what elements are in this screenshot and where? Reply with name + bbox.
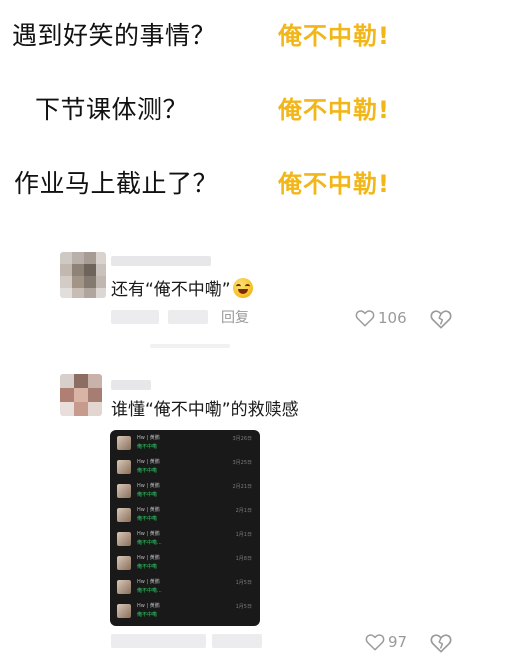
timestamp	[111, 310, 159, 324]
avatar-pixel	[84, 264, 96, 276]
chat-avatar	[117, 556, 131, 570]
avatar-pixel	[60, 288, 72, 298]
avatar-pixel	[72, 252, 84, 264]
avatar-pixel	[96, 276, 106, 288]
meme-question: 作业马上截止了？	[14, 169, 219, 198]
avatar[interactable]	[60, 374, 102, 416]
chat-date: 2月1日	[235, 508, 252, 514]
chat-name: Hw | 黄鹏	[137, 507, 160, 513]
chat-avatar	[117, 580, 131, 594]
meme-row-2: 下节课体测？ 俺不中勒!	[0, 90, 507, 130]
chat-date: 1月5日	[235, 604, 252, 610]
chat-date: 3月26日	[232, 436, 252, 442]
comment-text: 谁懂“俺不中嘞”的救赎感	[111, 400, 299, 420]
avatar-pixel	[74, 402, 88, 416]
meme-question: 下节课体测？	[35, 95, 189, 124]
avatar-pixel	[88, 374, 102, 388]
chat-list-item: Hw | 黄鹏 俺不中嘞... 1月5日	[110, 577, 260, 599]
meme-question: 遇到好笑的事情？	[12, 21, 217, 50]
reply-button[interactable]: 回复	[221, 309, 249, 327]
chat-date: 2月21日	[232, 484, 252, 490]
chat-list-item: Hw | 黄鹏 俺不中嘞... 1月1日	[110, 529, 260, 551]
meme-row-1: 遇到好笑的事情？ 俺不中勒!	[0, 16, 507, 56]
username[interactable]	[111, 256, 211, 266]
timestamp	[111, 634, 206, 648]
chat-name: Hw | 黄鹏	[137, 603, 160, 609]
divider	[150, 344, 230, 348]
like-count: 97	[388, 633, 408, 651]
chat-list-item: Hw | 黄鹏 俺不中嘞 1月8日	[110, 553, 260, 575]
comment-1: 还有“俺不中嘞” 回复 106	[0, 250, 507, 340]
avatar-pixel	[74, 374, 88, 388]
chat-message: 俺不中嘞	[137, 516, 158, 522]
chat-message: 俺不中嘞	[137, 492, 158, 498]
meme-answer: 俺不中勒!	[278, 170, 390, 198]
grinning-sweat-emoji	[232, 278, 253, 298]
avatar-pixel	[74, 388, 88, 402]
broken-heart-icon[interactable]	[430, 308, 452, 330]
chat-list-item: Hw | 黄鹏 俺不中嘞 3月26日	[110, 433, 260, 455]
chat-avatar	[117, 436, 131, 450]
avatar-pixel	[60, 264, 72, 276]
avatar-pixel	[72, 264, 84, 276]
avatar-pixel	[60, 374, 74, 388]
avatar-pixel	[72, 276, 84, 288]
like-button[interactable]: 106	[355, 307, 407, 329]
chat-avatar	[117, 604, 131, 618]
chat-date: 1月8日	[235, 556, 252, 562]
chat-message: 俺不中嘞	[137, 444, 158, 450]
avatar-pixel	[72, 288, 84, 298]
avatar-pixel	[96, 264, 106, 276]
chat-list-item: Hw | 黄鹏 俺不中嘞 1月5日	[110, 601, 260, 623]
chat-list-item: Hw | 黄鹏 俺不中嘞 2月1日	[110, 505, 260, 527]
avatar-pixel	[96, 288, 106, 298]
meme-answer: 俺不中勒!	[278, 22, 390, 50]
avatar[interactable]	[60, 252, 106, 298]
location	[168, 310, 208, 324]
chat-date: 1月1日	[235, 532, 252, 538]
like-button[interactable]: 97	[365, 631, 407, 653]
chat-avatar	[117, 460, 131, 474]
chat-message: 俺不中嘞...	[137, 588, 162, 594]
chat-message: 俺不中嘞	[137, 468, 158, 474]
chat-name: Hw | 黄鹏	[137, 579, 160, 585]
heart-icon	[365, 634, 385, 651]
avatar-pixel	[96, 252, 106, 264]
avatar-pixel	[60, 252, 72, 264]
avatar-pixel	[84, 276, 96, 288]
chat-avatar	[117, 484, 131, 498]
chat-name: Hw | 黄鹏	[137, 435, 160, 441]
meme-answer: 俺不中勒!	[278, 96, 390, 124]
comment-text: 还有“俺不中嘞”	[111, 278, 253, 302]
chat-name: Hw | 黄鹏	[137, 483, 160, 489]
location	[212, 634, 262, 648]
avatar-pixel	[88, 388, 102, 402]
chat-message: 俺不中嘞	[137, 612, 158, 618]
chat-avatar	[117, 508, 131, 522]
chat-avatar	[117, 532, 131, 546]
username[interactable]	[111, 380, 151, 390]
chat-date: 3月25日	[232, 460, 252, 466]
avatar-pixel	[84, 252, 96, 264]
avatar-pixel	[84, 288, 96, 298]
chat-list-item: Hw | 黄鹏 俺不中嘞 2月21日	[110, 481, 260, 503]
like-count: 106	[378, 309, 407, 327]
chat-name: Hw | 黄鹏	[137, 531, 160, 537]
avatar-pixel	[60, 402, 74, 416]
chat-message: 俺不中嘞...	[137, 540, 162, 546]
avatar-pixel	[88, 402, 102, 416]
attached-chat-screenshot[interactable]: Hw | 黄鹏 俺不中嘞 3月26日 Hw | 黄鹏 俺不中嘞 3月25日 Hw…	[110, 430, 260, 626]
heart-icon	[355, 310, 375, 327]
chat-list-item: Hw | 黄鹏 俺不中嘞 3月25日	[110, 457, 260, 479]
meme-row-3: 作业马上截止了？ 俺不中勒!	[0, 164, 507, 204]
chat-message: 俺不中嘞	[137, 564, 158, 570]
avatar-pixel	[60, 388, 74, 402]
broken-heart-icon[interactable]	[430, 632, 452, 654]
chat-name: Hw | 黄鹏	[137, 459, 160, 465]
chat-name: Hw | 黄鹏	[137, 555, 160, 561]
comment-text-content: 还有“俺不中嘞”	[111, 280, 231, 300]
avatar-pixel	[60, 276, 72, 288]
chat-date: 1月5日	[235, 580, 252, 586]
